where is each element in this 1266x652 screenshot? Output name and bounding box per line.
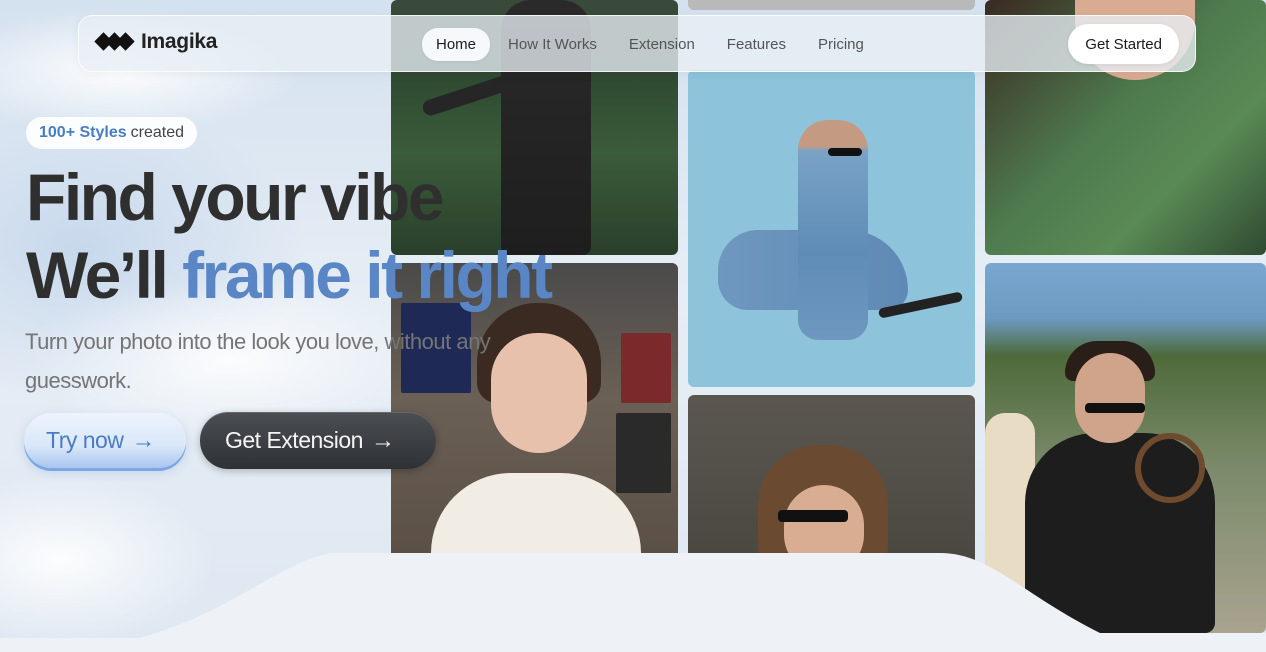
photo-top-partial — [688, 0, 975, 10]
badge-text: created — [130, 124, 184, 141]
nav-link-home[interactable]: Home — [422, 28, 491, 61]
brand-name: Imagika — [141, 30, 218, 53]
headline-plain: We’ll — [26, 238, 169, 312]
headline-line-1: Find your vibe — [26, 160, 445, 234]
diamond-chevrons-icon — [94, 32, 135, 52]
headline-line-2: We’ll frame it right — [26, 236, 553, 314]
styles-badge: 100+ Styles created — [26, 117, 197, 149]
nav-link-pricing[interactable]: Pricing — [804, 28, 878, 61]
get-extension-button[interactable]: Get Extension → — [200, 412, 436, 469]
bottom-wave-shape — [0, 553, 1266, 652]
brand[interactable]: Imagika — [94, 30, 218, 54]
headline-accent: frame it right — [182, 238, 553, 312]
hero-section: Imagika Home How It Works Extension Feat… — [0, 0, 1266, 652]
photo-denim-skateboard — [688, 70, 975, 387]
nav-link-how-it-works[interactable]: How It Works — [494, 28, 611, 61]
arrow-right-icon: → — [370, 426, 395, 454]
arrow-right-icon: → — [131, 426, 155, 454]
nav-links: Home How It Works Extension Features Pri… — [422, 28, 878, 61]
hero-headline: Find your vibe We’ll frame it right — [26, 158, 553, 314]
top-navbar: Imagika Home How It Works Extension Feat… — [78, 15, 1196, 72]
try-now-label: Try now — [46, 427, 124, 453]
get-started-button[interactable]: Get Started — [1068, 24, 1179, 64]
nav-link-extension[interactable]: Extension — [615, 28, 709, 61]
try-now-button[interactable]: Try now → — [24, 413, 186, 468]
photo-sunglasses-portrait — [688, 395, 975, 565]
get-extension-label: Get Extension — [225, 427, 363, 453]
nav-link-features[interactable]: Features — [713, 28, 800, 61]
badge-highlight: 100+ Styles — [39, 124, 127, 141]
hero-subtext: Turn your photo into the look you love, … — [25, 329, 491, 393]
